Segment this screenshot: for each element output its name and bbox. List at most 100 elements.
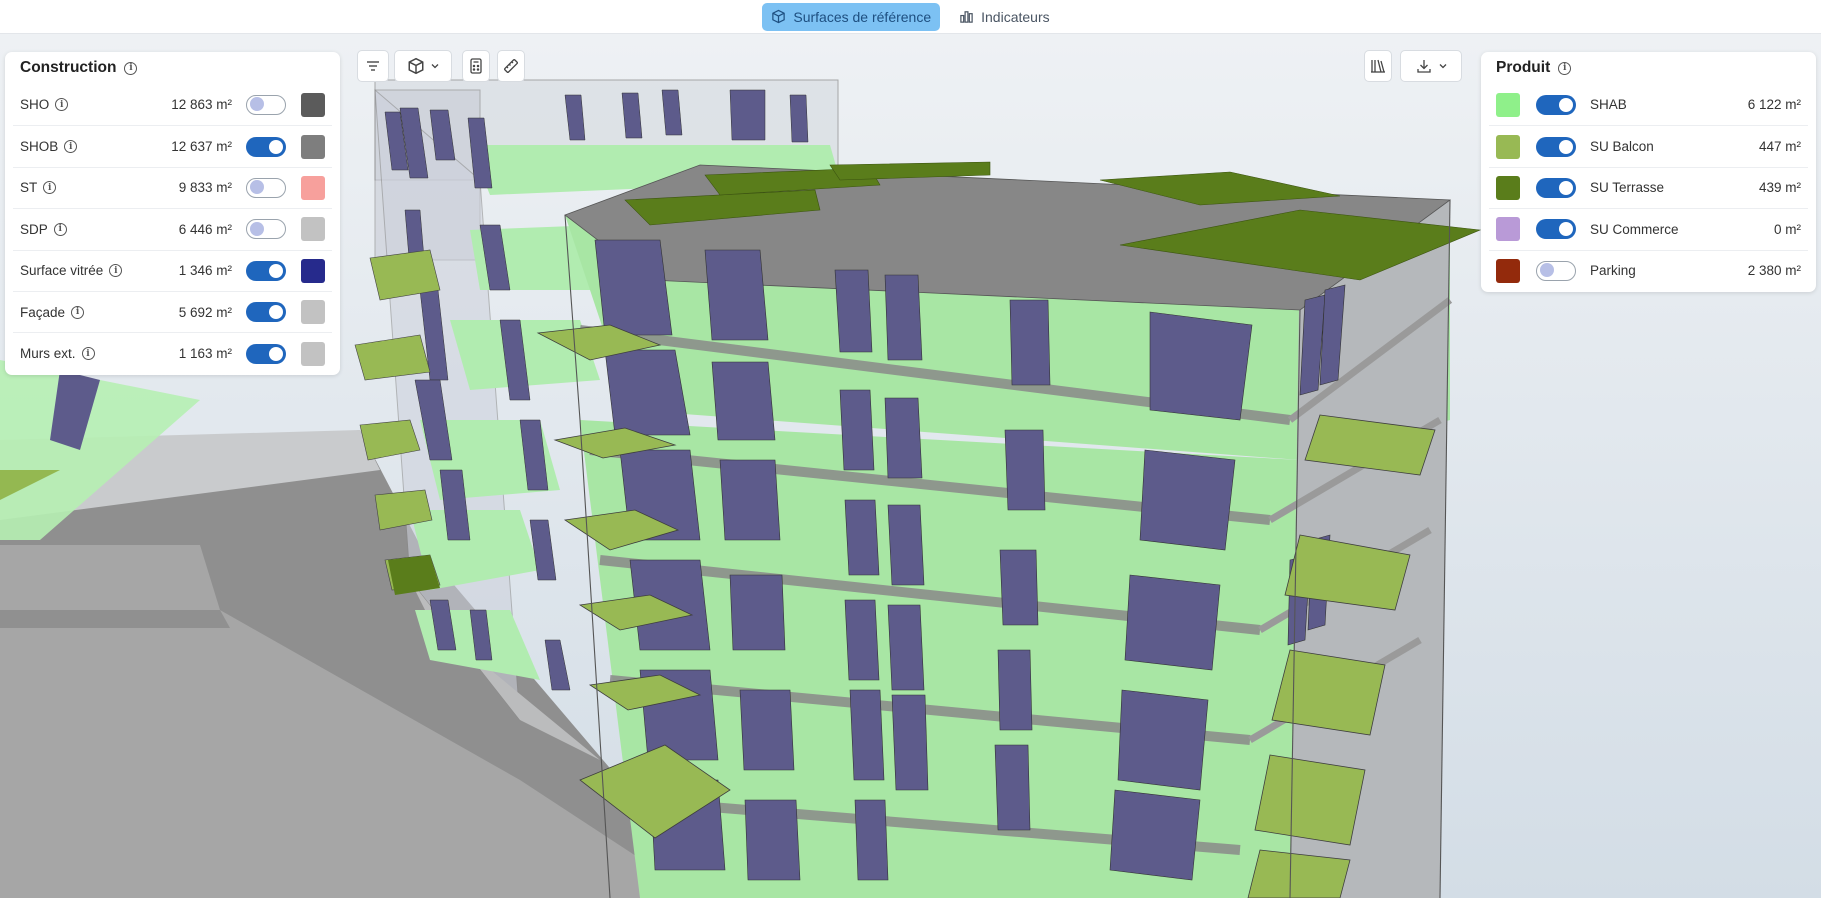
- toggle-knob: [269, 139, 283, 154]
- produit-row-su-terrasse: SU Terrasse 439 m²: [1489, 166, 1808, 208]
- construction-row-facade: Façade i 5 692 m²: [13, 290, 332, 332]
- visibility-toggle[interactable]: [246, 219, 286, 240]
- filter-button[interactable]: [357, 50, 389, 82]
- toggle-knob: [1559, 139, 1573, 154]
- color-swatch[interactable]: [301, 92, 325, 117]
- cube-view-dropdown[interactable]: [394, 50, 452, 82]
- calculator-button[interactable]: [462, 50, 490, 82]
- row-label: Parking: [1590, 263, 1636, 279]
- row-label-group: ST i: [20, 180, 146, 195]
- row-label-group: SHO i: [20, 97, 146, 112]
- row-label-group: SHOB i: [20, 139, 146, 154]
- chevron-down-icon: [1439, 64, 1446, 69]
- visibility-toggle[interactable]: [246, 177, 286, 198]
- row-label: Façade: [20, 304, 66, 320]
- row-value: 6 446 m²: [178, 221, 232, 237]
- calculator-icon: [470, 58, 482, 74]
- row-value: 0 m²: [1774, 221, 1801, 237]
- toggle-knob: [1540, 263, 1554, 278]
- row-label: SHOB: [20, 139, 59, 155]
- info-icon[interactable]: i: [64, 140, 78, 154]
- toggle-knob: [269, 263, 283, 278]
- tab-label: Surfaces de référence: [793, 8, 932, 25]
- visibility-toggle[interactable]: [246, 302, 286, 323]
- row-label: SHO: [20, 97, 50, 113]
- row-label-group: SDP i: [20, 222, 146, 237]
- info-icon[interactable]: i: [53, 222, 67, 236]
- row-value: 1 163 m²: [178, 346, 232, 362]
- chevron-down-icon: [431, 64, 438, 69]
- row-value: 9 833 m²: [178, 180, 232, 196]
- row-label-group: Surface vitrée i: [20, 263, 146, 278]
- color-swatch[interactable]: [1496, 217, 1520, 242]
- info-icon[interactable]: i: [71, 305, 85, 319]
- tab-label: Indicateurs: [981, 8, 1050, 25]
- ruler-icon: [504, 59, 518, 73]
- tab-indicateurs[interactable]: Indicateurs: [950, 3, 1058, 31]
- toggle-knob: [250, 180, 264, 195]
- toggle-knob: [1559, 222, 1573, 237]
- color-swatch[interactable]: [301, 217, 325, 242]
- toggle-knob: [1559, 97, 1573, 112]
- library-icon: [1371, 59, 1385, 73]
- visibility-toggle[interactable]: [246, 343, 286, 364]
- row-label-group: Murs ext. i: [20, 346, 146, 361]
- visibility-toggle[interactable]: [246, 94, 286, 115]
- info-icon[interactable]: i: [55, 98, 69, 112]
- construction-row-sdp: SDP i 6 446 m²: [13, 208, 332, 249]
- produit-panel: Produit i SHAB 6 122 m² SU Balcon 447 m² SU …: [1481, 52, 1816, 292]
- color-swatch[interactable]: [1496, 258, 1520, 283]
- row-label: Surface vitrée: [20, 263, 104, 279]
- toggle-knob: [269, 346, 283, 361]
- info-icon[interactable]: i: [81, 347, 95, 361]
- bar-chart-icon: [960, 11, 973, 23]
- tab-surfaces-de-reference[interactable]: Surfaces de référence: [762, 2, 941, 31]
- panel-title: Produit: [1496, 59, 1551, 76]
- visibility-toggle[interactable]: [246, 260, 286, 281]
- construction-header: Construction i: [5, 52, 340, 84]
- panel-title: Construction: [20, 59, 117, 76]
- color-swatch[interactable]: [301, 258, 325, 283]
- color-swatch[interactable]: [1496, 175, 1520, 200]
- download-icon: [1416, 60, 1431, 73]
- row-value: 12 637 m²: [171, 139, 232, 155]
- construction-row-st: ST i 9 833 m²: [13, 166, 332, 208]
- visibility-toggle[interactable]: [1536, 177, 1576, 198]
- row-value: 12 863 m²: [171, 97, 232, 113]
- color-swatch[interactable]: [301, 134, 325, 159]
- visibility-toggle[interactable]: [246, 136, 286, 157]
- color-swatch[interactable]: [1496, 134, 1520, 159]
- ruler-button[interactable]: [497, 50, 525, 82]
- row-value: 447 m²: [1758, 139, 1801, 155]
- produit-row-su-commerce: SU Commerce 0 m²: [1489, 208, 1808, 249]
- row-label: SU Terrasse: [1590, 180, 1665, 196]
- row-value: 6 122 m²: [1747, 97, 1801, 113]
- color-swatch[interactable]: [301, 300, 325, 325]
- row-label: Murs ext.: [20, 346, 76, 362]
- info-icon[interactable]: i: [43, 181, 57, 195]
- row-value: 5 692 m²: [178, 304, 232, 320]
- visibility-toggle[interactable]: [1536, 136, 1576, 157]
- visibility-toggle[interactable]: [1536, 94, 1576, 115]
- produit-row-shab: SHAB 6 122 m²: [1489, 84, 1808, 125]
- toggle-knob: [250, 221, 264, 236]
- top-tab-bar: Surfaces de référence Indicateurs: [0, 0, 1821, 34]
- produit-row-parking: Parking 2 380 m²: [1489, 249, 1808, 291]
- row-label-group: Façade i: [20, 305, 146, 320]
- cube-icon: [772, 9, 786, 24]
- row-label: SDP: [20, 221, 48, 237]
- row-label: SHAB: [1590, 97, 1627, 113]
- construction-panel: Construction i SHO i 12 863 m² SHOB i 12 637 …: [5, 52, 340, 375]
- download-dropdown[interactable]: [1400, 50, 1462, 82]
- library-button[interactable]: [1364, 50, 1392, 82]
- info-icon[interactable]: i: [1558, 61, 1572, 75]
- info-icon[interactable]: i: [109, 264, 123, 278]
- visibility-toggle[interactable]: [1536, 260, 1576, 281]
- row-label: SU Balcon: [1590, 139, 1654, 155]
- color-swatch[interactable]: [301, 341, 325, 366]
- row-label: SU Commerce: [1590, 221, 1679, 237]
- info-icon[interactable]: i: [124, 61, 138, 75]
- visibility-toggle[interactable]: [1536, 219, 1576, 240]
- color-swatch[interactable]: [301, 175, 325, 200]
- color-swatch[interactable]: [1496, 92, 1520, 117]
